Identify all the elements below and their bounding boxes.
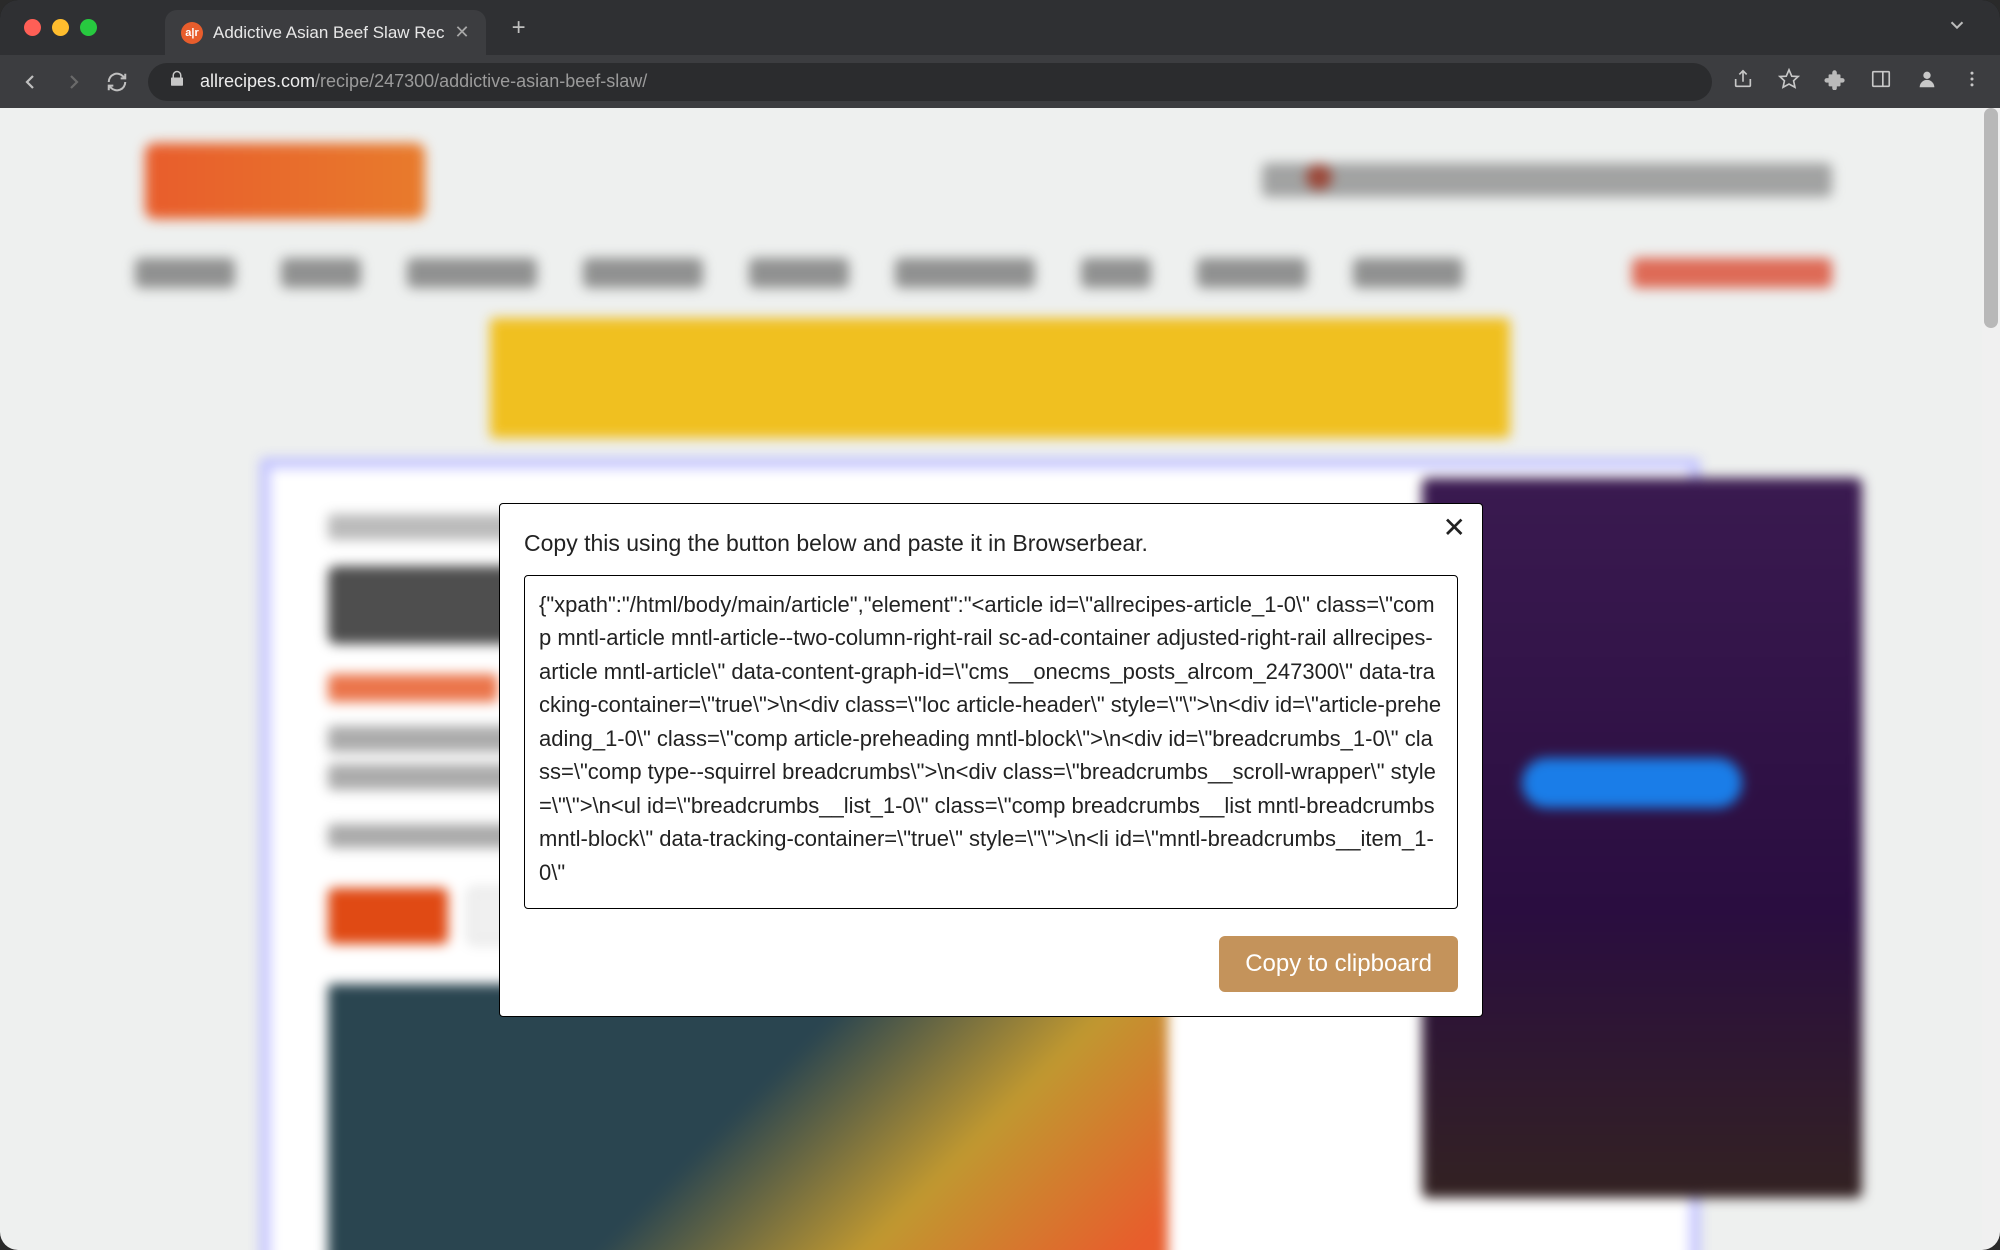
kebab-menu-icon[interactable] [1962, 69, 1982, 94]
extensions-icon[interactable] [1824, 68, 1846, 95]
reload-button[interactable] [106, 71, 128, 93]
url-input[interactable]: allrecipes.com/recipe/247300/addictive-a… [148, 63, 1712, 101]
export-code-textarea[interactable] [524, 575, 1458, 909]
sidepanel-icon[interactable] [1870, 68, 1892, 95]
page-scrollbar[interactable] [1982, 108, 2000, 1250]
scrollbar-thumb[interactable] [1984, 108, 1998, 328]
page-content: ✕ Copy this using the button below and p… [0, 108, 1982, 1250]
share-icon[interactable] [1732, 68, 1754, 95]
browser-chrome: a|r Addictive Asian Beef Slaw Rec ✕ + [0, 0, 2000, 108]
chevron-down-icon[interactable] [1946, 23, 1968, 40]
address-bar: allrecipes.com/recipe/247300/addictive-a… [0, 55, 2000, 108]
url-host: allrecipes.com [200, 71, 315, 91]
tab-favicon-icon: a|r [181, 22, 203, 44]
profile-icon[interactable] [1916, 68, 1938, 95]
tab-bar: a|r Addictive Asian Beef Slaw Rec ✕ + [0, 0, 2000, 55]
forward-button[interactable] [62, 70, 86, 94]
site-logo [145, 143, 425, 219]
new-tab-button[interactable]: + [512, 14, 526, 42]
window-controls [24, 19, 97, 36]
bookmark-star-icon[interactable] [1778, 68, 1800, 95]
export-modal: ✕ Copy this using the button below and p… [499, 503, 1483, 1017]
lock-icon [168, 70, 186, 93]
modal-instruction-text: Copy this using the button below and pas… [524, 530, 1458, 557]
browser-tab[interactable]: a|r Addictive Asian Beef Slaw Rec ✕ [165, 10, 486, 55]
tab-title: Addictive Asian Beef Slaw Rec [213, 23, 445, 43]
maximize-window-button[interactable] [80, 19, 97, 36]
copy-to-clipboard-button[interactable]: Copy to clipboard [1219, 936, 1458, 992]
minimize-window-button[interactable] [52, 19, 69, 36]
back-button[interactable] [18, 70, 42, 94]
close-modal-button[interactable]: ✕ [1443, 514, 1466, 542]
close-tab-icon[interactable]: ✕ [455, 22, 470, 43]
close-window-button[interactable] [24, 19, 41, 36]
url-path: /recipe/247300/addictive-asian-beef-slaw… [315, 71, 647, 91]
